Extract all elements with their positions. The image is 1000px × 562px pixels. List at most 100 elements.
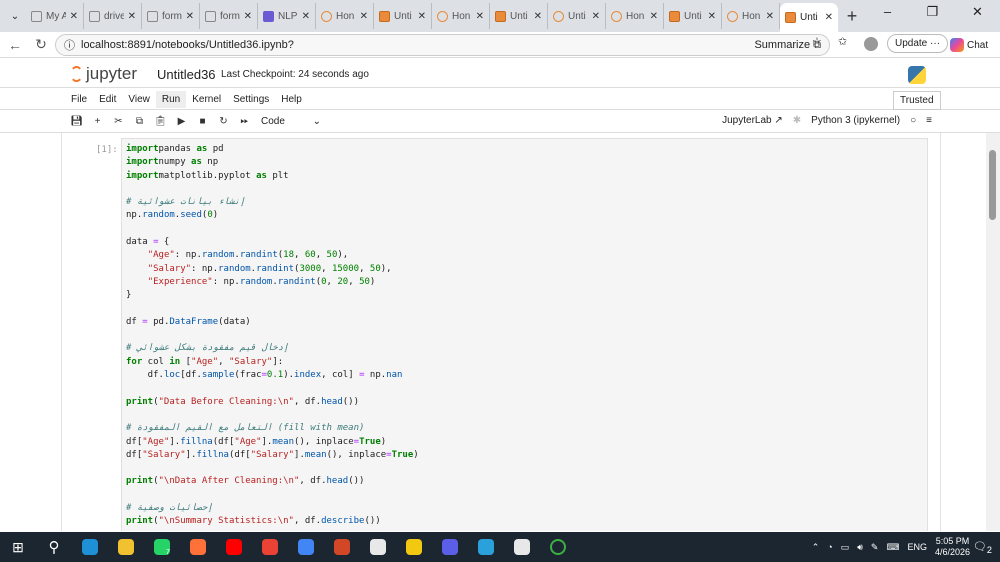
save-icon[interactable]: 💾︎ (66, 116, 87, 127)
browser-tab[interactable]: Unti ✕ (374, 3, 432, 29)
update-button[interactable]: Update ··· (887, 34, 949, 53)
close-tab-icon[interactable]: ✕ (70, 11, 78, 22)
taskbar-app-gmail[interactable] (252, 532, 288, 562)
browser-tab[interactable]: My A ✕ (26, 3, 84, 29)
close-tab-icon[interactable]: ✕ (360, 11, 368, 22)
menu-edit[interactable]: Edit (93, 91, 122, 108)
info-icon[interactable]: ⓘ (64, 37, 75, 53)
taskbar-app-edge[interactable] (72, 532, 108, 562)
taskbar-app-jupyter-loading[interactable] (540, 532, 576, 562)
close-tab-icon[interactable]: ✕ (128, 11, 136, 22)
keyboard-icon[interactable]: ⌨ (886, 542, 899, 553)
close-tab-icon[interactable]: ✕ (534, 11, 542, 22)
language-indicator[interactable]: ENG (907, 542, 927, 552)
taskbar-app-copilot[interactable] (432, 532, 468, 562)
close-tab-icon[interactable]: ✕ (650, 11, 658, 22)
favorites-icon[interactable]: ✩ (838, 35, 847, 48)
browser-tab[interactable]: Unti ✕ (664, 3, 722, 29)
kernel-name[interactable]: Python 3 (ipykernel) (811, 115, 900, 126)
favorite-star-icon[interactable]: ☆ (812, 35, 822, 48)
menu-settings[interactable]: Settings (227, 91, 275, 108)
start-button[interactable]: ⊞ (0, 532, 36, 562)
close-window-button[interactable]: ✕ (955, 4, 1000, 20)
code-editor[interactable]: importpandas as pd importnumpy as np impor… (126, 143, 923, 529)
paste-icon[interactable]: 📋︎ (150, 116, 171, 127)
close-tab-icon[interactable]: ✕ (244, 11, 252, 22)
trusted-indicator[interactable]: Trusted (893, 91, 941, 110)
menu-kernel[interactable]: Kernel (186, 91, 227, 108)
jupyter-logo[interactable]: jupyter (70, 64, 137, 84)
back-button[interactable]: ← (4, 37, 26, 53)
taskbar-app-firefox[interactable] (180, 532, 216, 562)
copilot-chat-button[interactable]: Chat (950, 38, 988, 52)
stop-icon[interactable]: ■ (192, 116, 213, 127)
wifi-icon[interactable]: ◔ (827, 542, 832, 552)
minimize-button[interactable]: – (865, 4, 910, 20)
taskbar-app-power-bi[interactable] (396, 532, 432, 562)
close-tab-icon[interactable]: ✕ (418, 11, 426, 22)
taskbar-app-whatsapp[interactable]: 7 (144, 532, 180, 562)
menu-icon[interactable]: ≡ (926, 115, 932, 126)
browser-tab[interactable]: drive ✕ (84, 3, 142, 29)
taskbar-app-file-explorer[interactable] (108, 532, 144, 562)
menu-view[interactable]: View (122, 91, 156, 108)
taskbar-app-chatgpt[interactable] (360, 532, 396, 562)
taskbar-app-powerpoint[interactable] (324, 532, 360, 562)
notebook-icon (379, 10, 390, 22)
restore-button[interactable]: ❐ (910, 4, 955, 20)
url-input[interactable]: ⓘ localhost:8891/notebooks/Untitled36.ip… (55, 34, 830, 56)
menu-run[interactable]: Run (155, 90, 187, 108)
browser-tab[interactable]: Unti ✕ (548, 3, 606, 29)
close-tab-icon[interactable]: ✕ (592, 11, 600, 22)
battery-icon[interactable]: ▭ (841, 542, 850, 553)
cut-icon[interactable]: ✂ (108, 116, 129, 127)
close-tab-icon[interactable]: ✕ (708, 11, 716, 22)
browser-tab[interactable]: Hon ✕ (606, 3, 664, 29)
notifications-button[interactable]: 🗨︎2 (973, 540, 992, 555)
run-all-icon[interactable]: ⏩︎ (234, 116, 255, 127)
browser-tab[interactable]: Hon ✕ (722, 3, 780, 29)
menu-file[interactable]: File (65, 91, 93, 108)
close-tab-icon[interactable]: ✕ (302, 11, 310, 22)
close-tab-icon[interactable]: ✕ (476, 11, 484, 22)
cell-type-select[interactable]: Code ⌄ (261, 116, 321, 127)
code-cell[interactable]: importpandas as pd importnumpy as np impor… (121, 138, 928, 531)
close-tab-icon[interactable]: ✕ (766, 11, 774, 22)
browser-tab[interactable]: form ✕ (142, 3, 200, 29)
close-tab-icon[interactable]: ✕ (186, 11, 194, 22)
clock[interactable]: 5:05 PM 4/6/2026 (935, 536, 970, 558)
volume-icon[interactable]: 🔊︎ (857, 542, 863, 553)
menu-help[interactable]: Help (275, 91, 308, 108)
notebook-title[interactable]: Untitled36 (157, 67, 216, 82)
scrollbar-thumb[interactable] (989, 150, 996, 220)
taskbar-app-youtube[interactable] (216, 532, 252, 562)
browser-tab[interactable]: NLP ✕ (258, 3, 316, 29)
new-tab-button[interactable]: + (838, 6, 866, 27)
taskbar-app-chrome[interactable] (288, 532, 324, 562)
add-cell-icon[interactable]: + (87, 116, 108, 127)
jupyter-header: jupyter Untitled36 Last Checkpoint: 24 s… (0, 60, 1000, 88)
browser-tab[interactable]: Unti ✕ (780, 3, 838, 32)
chevron-up-icon[interactable]: ⌃ (812, 542, 820, 553)
code-token: True (391, 449, 414, 460)
browser-tab[interactable]: Hon ✕ (316, 3, 374, 29)
run-icon[interactable]: ▶ (171, 116, 192, 127)
pen-icon[interactable]: ✎ (871, 542, 879, 553)
copy-icon[interactable]: ⧉ (129, 116, 150, 127)
close-tab-icon[interactable]: ✕ (825, 12, 833, 23)
taskbar-app-settings[interactable] (504, 532, 540, 562)
tab-actions-chevron-icon[interactable]: ⌄ (4, 3, 26, 29)
reload-button[interactable]: ↻ (30, 36, 52, 53)
code-token: [ (180, 356, 192, 367)
restart-icon[interactable]: ↻ (213, 116, 234, 127)
jupyterlab-link[interactable]: JupyterLab ↗ (722, 115, 783, 126)
browser-tab[interactable]: Hon ✕ (432, 3, 490, 29)
taskbar-app-telegram[interactable] (468, 532, 504, 562)
debugger-icon[interactable]: ✱ (793, 115, 801, 126)
profile-avatar[interactable] (864, 37, 878, 51)
browser-tab[interactable]: Unti ✕ (490, 3, 548, 29)
search-icon[interactable]: ⚲ (36, 532, 72, 562)
browser-tab[interactable]: form ✕ (200, 3, 258, 29)
code-line: importpandas as pd (126, 143, 923, 156)
scrollbar[interactable] (986, 133, 1000, 531)
